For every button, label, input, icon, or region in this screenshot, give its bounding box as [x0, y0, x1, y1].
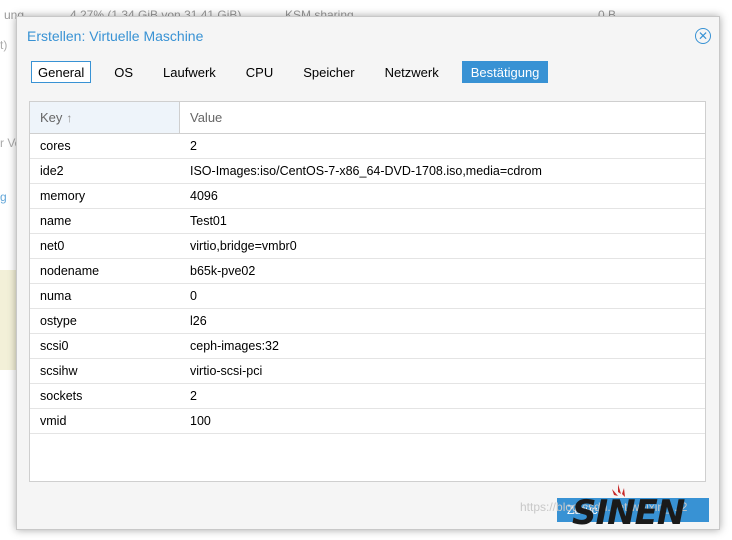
table-row[interactable]: ide2 ISO-Images:iso/CentOS-7-x86_64-DVD-…	[30, 159, 705, 184]
close-button[interactable]: ✕	[695, 28, 711, 44]
summary-grid: Key ↑ Value cores 2 ide2 ISO-Images:iso/…	[29, 101, 706, 482]
background-side-text-1: t)	[0, 38, 8, 52]
row-key: net0	[40, 239, 65, 253]
row-key: memory	[40, 189, 86, 203]
table-row[interactable]: ostype l26	[30, 309, 705, 334]
table-row[interactable]: scsi0 ceph-images:32	[30, 334, 705, 359]
watermark-logo: SINEN	[572, 484, 686, 533]
row-value: virtio,bridge=vmbr0	[190, 239, 297, 253]
table-row[interactable]: net0 virtio,bridge=vmbr0	[30, 234, 705, 259]
table-row[interactable]: scsihw virtio-scsi-pci	[30, 359, 705, 384]
column-header-key-label: Key	[40, 110, 63, 125]
row-key: ostype	[40, 314, 77, 328]
row-value: 100	[190, 414, 211, 428]
wizard-tabs: General OS Laufwerk CPU Speicher Netzwer…	[31, 61, 564, 85]
table-row[interactable]: sockets 2	[30, 384, 705, 409]
svg-text:SINEN: SINEN	[572, 493, 685, 533]
table-row[interactable]: name Test01	[30, 209, 705, 234]
close-icon: ✕	[697, 29, 709, 43]
row-value: ceph-images:32	[190, 339, 279, 353]
tab-laufwerk[interactable]: Laufwerk	[156, 61, 223, 83]
tab-netzwerk[interactable]: Netzwerk	[378, 61, 446, 83]
table-row[interactable]: vmid 100	[30, 409, 705, 434]
row-value: 4096	[190, 189, 218, 203]
row-key: scsihw	[40, 364, 78, 378]
tab-bestaetigung[interactable]: Bestätigung	[461, 61, 549, 83]
row-value: Test01	[190, 214, 227, 228]
tab-cpu[interactable]: CPU	[239, 61, 280, 83]
sort-ascending-icon: ↑	[66, 110, 73, 125]
column-header-key[interactable]: Key ↑	[30, 102, 180, 133]
dialog-title: Erstellen: Virtuelle Maschine	[27, 28, 204, 44]
row-value: 0	[190, 289, 197, 303]
row-key: vmid	[40, 414, 67, 428]
table-row[interactable]: cores 2	[30, 134, 705, 159]
grid-header: Key ↑ Value	[30, 102, 705, 134]
row-value: 2	[190, 389, 197, 403]
table-row[interactable]: memory 4096	[30, 184, 705, 209]
column-header-value-label: Value	[190, 110, 223, 125]
tab-general[interactable]: General	[31, 61, 92, 83]
background-chart-fragment	[0, 270, 17, 370]
row-value: virtio-scsi-pci	[190, 364, 263, 378]
row-value: l26	[190, 314, 207, 328]
table-row[interactable]: numa 0	[30, 284, 705, 309]
row-value: ISO-Images:iso/CentOS-7-x86_64-DVD-1708.…	[190, 164, 542, 178]
row-key: cores	[40, 139, 71, 153]
row-value: b65k-pve02	[190, 264, 256, 278]
row-key: sockets	[40, 389, 83, 403]
row-key: nodename	[40, 264, 100, 278]
background-side-text-3: g	[0, 190, 7, 204]
row-key: scsi0	[40, 339, 69, 353]
column-header-value[interactable]: Value	[180, 102, 705, 133]
row-key: name	[40, 214, 72, 228]
create-vm-dialog: Erstellen: Virtuelle Maschine ✕ General …	[16, 16, 720, 530]
tab-speicher[interactable]: Speicher	[296, 61, 361, 83]
row-key: numa	[40, 289, 72, 303]
tab-os[interactable]: OS	[107, 61, 140, 83]
row-key: ide2	[40, 164, 64, 178]
row-value: 2	[190, 139, 197, 153]
table-row[interactable]: nodename b65k-pve02	[30, 259, 705, 284]
